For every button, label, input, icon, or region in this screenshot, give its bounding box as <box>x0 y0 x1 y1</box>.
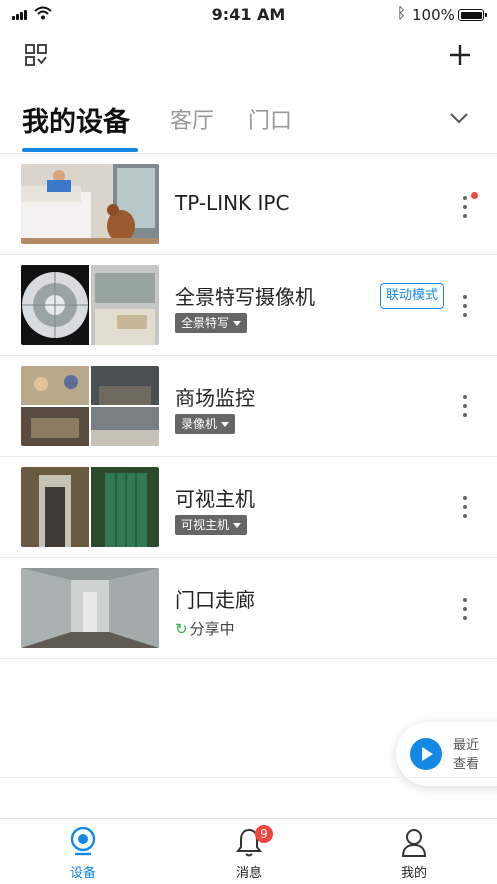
divider <box>0 777 497 778</box>
nav-profile[interactable]: 我的 <box>364 819 464 884</box>
device-type-tag[interactable]: 可视主机 <box>175 515 248 535</box>
tag-label: 可视主机 <box>181 518 230 532</box>
more-options-icon[interactable] <box>455 391 475 421</box>
device-row[interactable]: 可视主机 可视主机 <box>0 457 497 558</box>
camera-icon <box>70 827 96 856</box>
device-type-tag[interactable]: 全景特写 <box>175 313 248 333</box>
new-indicator-dot <box>471 192 478 199</box>
recent-label-line1: 最近 <box>453 738 480 753</box>
device-row[interactable]: 门口走廊 ↻ 分享中 <box>0 558 497 659</box>
more-options-icon[interactable] <box>455 594 475 624</box>
share-icon: ↻ <box>175 620 188 638</box>
device-name: 商场监控 <box>175 386 255 410</box>
nav-label: 消息 <box>235 866 262 881</box>
share-status: ↻ 分享中 <box>175 618 235 639</box>
caret-down-icon <box>233 523 242 528</box>
tag-label: 全景特写 <box>181 316 230 330</box>
play-icon <box>410 738 442 770</box>
tab-active-indicator <box>22 148 138 152</box>
camera-thumbnail <box>21 467 159 547</box>
recent-label-line2: 查看 <box>453 757 480 772</box>
camera-thumbnail <box>21 164 159 244</box>
device-name: TP-LINK IPC <box>175 191 290 215</box>
scan-grid-icon[interactable] <box>25 44 49 68</box>
status-bar: 9:41 AM ᛒ 100% <box>0 0 497 30</box>
device-row[interactable]: TP-LINK IPC <box>0 154 497 255</box>
tab-my-devices[interactable]: 我的设备 <box>22 100 130 139</box>
device-name: 门口走廊 <box>175 588 255 612</box>
add-device-icon[interactable] <box>449 44 471 66</box>
recent-view-label: 最近 查看 <box>453 736 493 774</box>
chevron-down-icon[interactable] <box>448 111 470 125</box>
nav-devices[interactable]: 设备 <box>33 819 133 884</box>
battery-percent: 100% <box>412 6 455 24</box>
more-options-icon[interactable] <box>455 291 475 321</box>
nav-messages[interactable]: 消息 <box>199 819 299 884</box>
battery-icon <box>458 9 487 21</box>
tab-bar: 我的设备 客厅 门口 <box>0 95 497 154</box>
more-options-icon[interactable] <box>455 492 475 522</box>
caret-down-icon <box>233 321 242 326</box>
linked-mode-button[interactable]: 联动模式 <box>380 283 445 309</box>
unread-badge: 9 <box>255 825 273 843</box>
tab-living-room[interactable]: 客厅 <box>170 103 214 135</box>
device-row[interactable]: 商场监控 录像机 <box>0 356 497 457</box>
camera-thumbnail <box>21 366 159 446</box>
camera-thumbnail <box>21 265 159 345</box>
device-row[interactable]: 全景特写摄像机 全景特写 联动模式 <box>0 255 497 356</box>
nav-label: 设备 <box>69 866 96 881</box>
caret-down-icon <box>221 422 230 427</box>
device-name: 可视主机 <box>175 487 255 511</box>
tab-doorway[interactable]: 门口 <box>248 103 292 135</box>
user-icon <box>401 829 427 857</box>
bottom-nav: 设备 消息 9 我的 <box>0 818 497 884</box>
share-status-label: 分享中 <box>189 620 235 638</box>
bluetooth-icon: ᛒ <box>397 4 407 22</box>
tag-label: 录像机 <box>181 417 218 431</box>
nav-label: 我的 <box>400 866 427 881</box>
device-name: 全景特写摄像机 <box>175 285 315 309</box>
camera-thumbnail <box>21 568 159 648</box>
device-type-tag[interactable]: 录像机 <box>175 414 236 434</box>
